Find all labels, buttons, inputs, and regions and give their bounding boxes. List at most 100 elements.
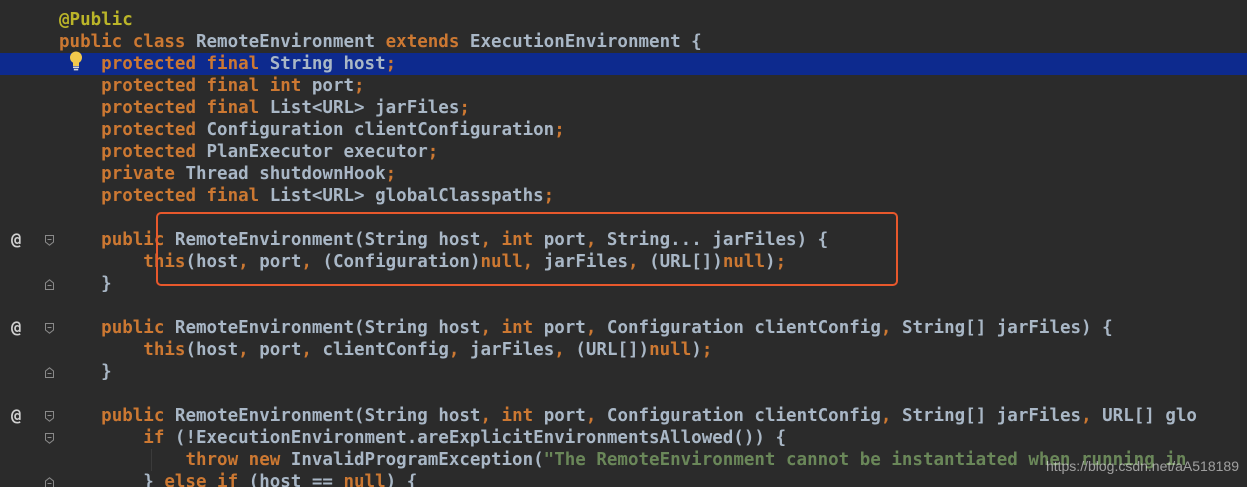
code-token: ExecutionEnvironment { — [469, 32, 702, 52]
code-line[interactable]: this(host, port, clientConfig, jarFiles,… — [0, 339, 1247, 361]
code-token: ; — [543, 186, 555, 206]
code-token: RemoteEnvironment(String host — [174, 406, 481, 426]
code-line[interactable]: @Public — [0, 9, 1247, 31]
code-editor[interactable]: @Public public class RemoteEnvironment ex… — [0, 0, 1247, 487]
code-line[interactable]: protected final String host; — [0, 53, 1247, 75]
code-token: port — [543, 406, 586, 426]
code-token: RemoteEnvironment — [195, 32, 386, 52]
code-line-text: public class RemoteEnvironment extends E… — [59, 31, 702, 53]
code-line-text: protected Configuration clientConfigurat… — [59, 119, 565, 141]
code-line[interactable]: public RemoteEnvironment(String host, in… — [0, 317, 1247, 339]
code-line[interactable]: protected PlanExecutor executor; — [0, 141, 1247, 163]
code-token: , — [880, 406, 902, 426]
code-token: ) — [691, 340, 702, 360]
code-token: , — [238, 340, 260, 360]
code-token: protected — [101, 142, 207, 162]
code-token: (host — [185, 340, 239, 360]
fold-start-icon[interactable] — [45, 411, 54, 422]
override-marker-icon[interactable]: @ — [11, 405, 29, 427]
code-token: port — [259, 340, 302, 360]
code-token: null — [649, 340, 692, 360]
code-line-text: protected final String host; — [59, 53, 396, 75]
code-token: port — [311, 76, 355, 96]
override-marker-icon[interactable]: @ — [11, 317, 29, 339]
code-line-text: private Thread shutdownHook; — [59, 163, 396, 185]
code-token: } — [59, 472, 165, 487]
code-token: , — [301, 340, 323, 360]
lightbulb-icon[interactable] — [68, 50, 84, 72]
code-token: , — [448, 340, 470, 360]
code-line[interactable]: private Thread shutdownHook; — [0, 163, 1247, 185]
code-token: extends — [385, 32, 470, 52]
code-line-text: } — [59, 273, 112, 295]
code-token: , — [585, 318, 607, 338]
code-line[interactable]: protected final List<URL> globalClasspat… — [0, 185, 1247, 207]
code-line[interactable]: protected Configuration clientConfigurat… — [0, 119, 1247, 141]
code-line[interactable]: protected final List<URL> jarFiles; — [0, 97, 1247, 119]
code-line-text: } — [59, 361, 112, 383]
code-token: (host == — [248, 472, 344, 487]
indent-guide — [151, 449, 152, 471]
code-line-text: this(host, port, clientConfig, jarFiles,… — [59, 339, 712, 361]
code-token: , — [554, 340, 576, 360]
code-token: ; — [354, 76, 365, 96]
fold-end-icon[interactable] — [45, 279, 54, 290]
fold-end-icon[interactable] — [45, 367, 54, 378]
fold-start-icon[interactable] — [45, 323, 54, 334]
override-marker-icon[interactable]: @ — [11, 229, 29, 251]
code-line-text: protected final List<URL> globalClasspat… — [59, 185, 554, 207]
code-token: public class — [59, 32, 196, 52]
code-token: List<URL> globalClasspaths — [269, 186, 544, 206]
code-token: String[] jarFiles — [901, 406, 1082, 426]
code-token: ; — [385, 54, 397, 74]
code-token: } — [59, 274, 112, 294]
code-token: ; — [701, 340, 713, 360]
fold-end-icon[interactable] — [45, 477, 54, 487]
code-token: protected final — [101, 54, 270, 74]
code-token: (!ExecutionEnvironment.areExplicitEnviro… — [174, 428, 786, 448]
code-token: (URL[]) — [575, 340, 650, 360]
code-token: Configuration clientConfiguration — [206, 120, 555, 140]
code-line[interactable]: protected final int port; — [0, 75, 1247, 97]
code-token: RemoteEnvironment(String host — [174, 318, 481, 338]
code-token: throw new — [185, 450, 291, 470]
code-line-text: } else if (host == null) { — [59, 471, 417, 487]
code-token: private — [101, 164, 186, 184]
fold-start-icon[interactable] — [45, 433, 54, 444]
code-line-text: public RemoteEnvironment(String host, in… — [59, 317, 1113, 339]
code-token: ; — [554, 120, 565, 140]
fold-start-icon[interactable] — [45, 235, 54, 246]
code-token: String[] jarFiles) { — [901, 318, 1113, 338]
code-line-text: @Public — [59, 9, 133, 31]
code-line[interactable]: if (!ExecutionEnvironment.areExplicitEnv… — [0, 427, 1247, 449]
code-token: if — [143, 428, 175, 448]
code-token: Configuration clientConfig — [606, 406, 881, 426]
watermark-text: https://blog.csdn.net/aA518189 — [1045, 458, 1239, 474]
code-line[interactable]: public class RemoteEnvironment extends E… — [0, 31, 1247, 53]
code-token: port — [543, 318, 586, 338]
code-line-text: protected final List<URL> jarFiles; — [59, 97, 470, 119]
code-token: public — [101, 406, 175, 426]
code-token: else if — [164, 472, 249, 487]
code-token: PlanExecutor executor — [206, 142, 428, 162]
code-line[interactable]: public RemoteEnvironment(String host, in… — [0, 405, 1247, 427]
code-token: URL[] glo — [1102, 406, 1197, 426]
code-token: clientConfig — [322, 340, 449, 360]
code-token: protected final — [101, 186, 270, 206]
code-line[interactable] — [0, 295, 1247, 317]
code-line[interactable]: } — [0, 361, 1247, 383]
code-line[interactable] — [0, 383, 1247, 405]
code-token: List<URL> jarFiles — [269, 98, 460, 118]
code-token: , — [1081, 406, 1103, 426]
